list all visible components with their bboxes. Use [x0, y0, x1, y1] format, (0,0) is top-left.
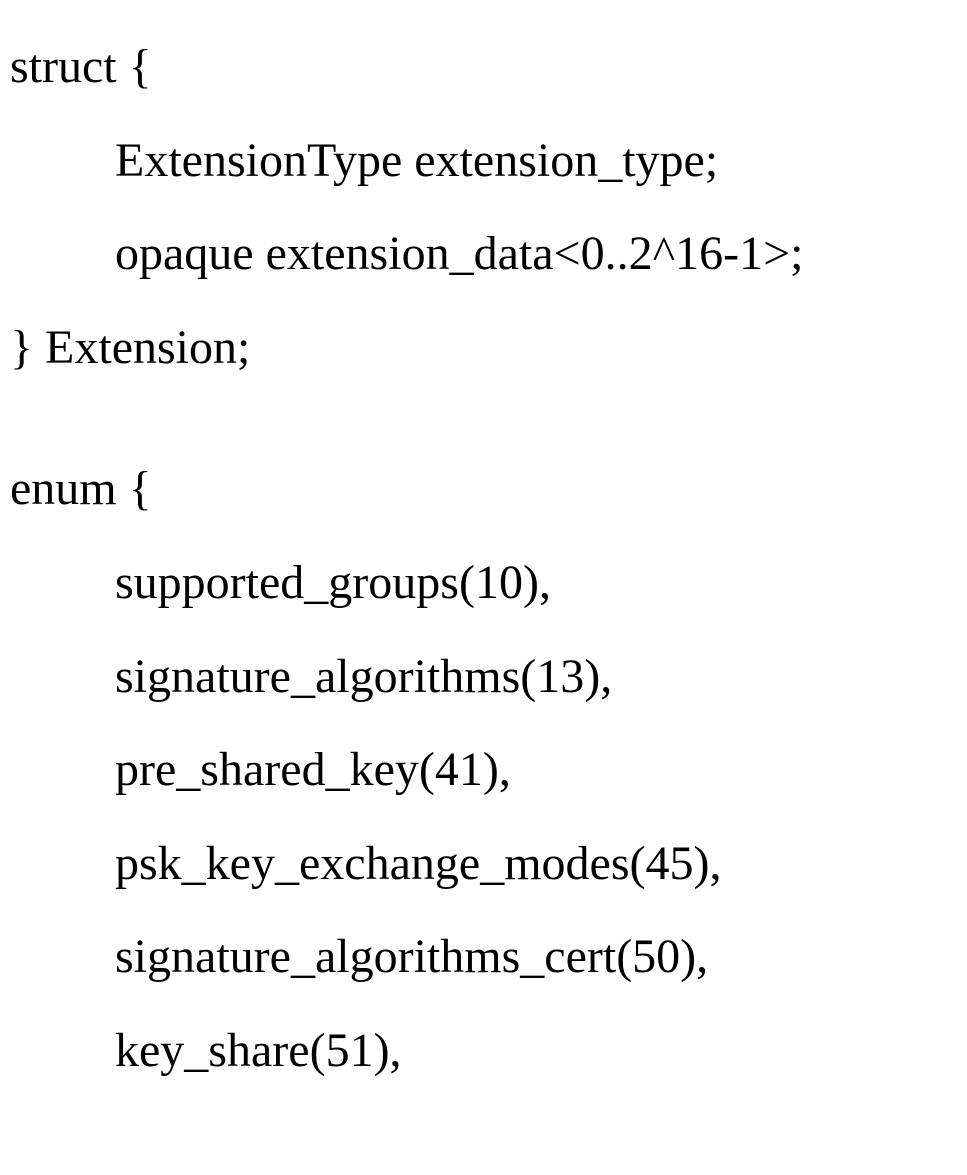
struct-close: } Extension; [10, 301, 957, 395]
code-listing: struct { ExtensionType extension_type; o… [0, 0, 967, 1108]
enum-item-signature-algorithms: signature_algorithms(13), [10, 630, 957, 724]
struct-field-extension-type: ExtensionType extension_type; [10, 114, 957, 208]
enum-item-key-share: key_share(51), [10, 1004, 957, 1098]
enum-item-signature-algorithms-cert: signature_algorithms_cert(50), [10, 910, 957, 1004]
enum-item-supported-groups: supported_groups(10), [10, 536, 957, 630]
enum-open: enum { [10, 442, 957, 536]
blank-line [10, 394, 957, 442]
struct-open: struct { [10, 20, 957, 114]
struct-field-extension-data: opaque extension_data<0..2^16-1>; [10, 207, 957, 301]
enum-item-pre-shared-key: pre_shared_key(41), [10, 723, 957, 817]
enum-item-psk-key-exchange-modes: psk_key_exchange_modes(45), [10, 817, 957, 911]
